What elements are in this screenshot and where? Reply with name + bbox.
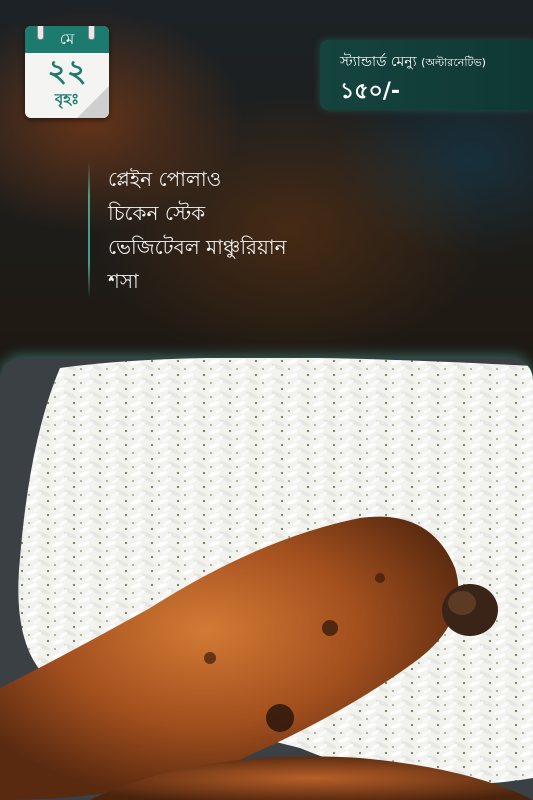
menu-type-title: স্ট্যান্ডার্ড মেন্যু (অল্টারনেটিভ) bbox=[340, 50, 486, 74]
calendar-date-card: মে ২২ বৃহঃ bbox=[25, 26, 109, 118]
food-photo bbox=[0, 358, 533, 800]
calendar-ring-left bbox=[37, 26, 44, 40]
calendar-day: ২২ bbox=[47, 54, 87, 89]
page-curl-icon bbox=[77, 86, 109, 118]
rice-and-chicken-image bbox=[0, 358, 533, 800]
menu-item: শসা bbox=[108, 269, 139, 293]
price-value: ১৫০/- bbox=[340, 79, 401, 104]
menu-type-subtitle: (অল্টারনেটিভ) bbox=[421, 56, 486, 69]
menu-items-list: প্লেইন পোলাও চিকেন স্টেক ভেজিটেবল মাঞ্চু… bbox=[88, 162, 287, 298]
price-badge: স্ট্যান্ডার্ড মেন্যু (অল্টারনেটিভ) ১৫০/- bbox=[320, 40, 533, 110]
menu-type-label: স্ট্যান্ডার্ড মেন্যু bbox=[340, 54, 417, 70]
menu-item: প্লেইন পোলাও bbox=[108, 167, 222, 191]
menu-item: চিকেন স্টেক bbox=[108, 201, 206, 225]
menu-item: ভেজিটেবল মাঞ্চুরিয়ান bbox=[108, 235, 287, 259]
calendar-ring-right bbox=[88, 26, 95, 40]
